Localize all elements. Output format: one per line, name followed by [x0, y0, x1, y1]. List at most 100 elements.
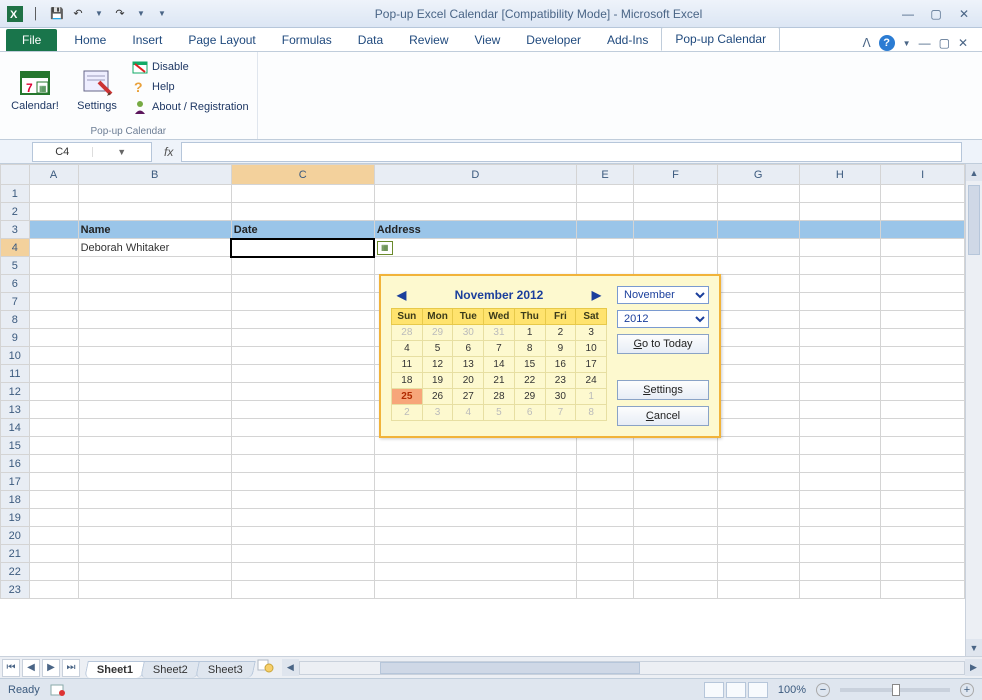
- sheet-tab-sheet1[interactable]: Sheet1: [84, 661, 146, 678]
- file-tab[interactable]: File: [6, 29, 57, 51]
- col-header-I[interactable]: I: [881, 165, 965, 185]
- row-header-2[interactable]: 2: [1, 203, 30, 221]
- cell-A21[interactable]: [29, 545, 78, 563]
- new-sheet-icon[interactable]: [256, 657, 274, 678]
- tab-last-icon[interactable]: ⏭: [62, 659, 80, 677]
- cell-G16[interactable]: [717, 455, 799, 473]
- cal-day-19[interactable]: 19: [422, 373, 453, 389]
- fx-icon[interactable]: fx: [164, 145, 173, 159]
- cell-H21[interactable]: [799, 545, 881, 563]
- cell-F17[interactable]: [634, 473, 718, 491]
- cell-B4[interactable]: Deborah Whitaker: [78, 239, 231, 257]
- name-box[interactable]: C4 ▼: [32, 142, 152, 162]
- horizontal-scrollbar[interactable]: ◀ ▶: [282, 657, 982, 678]
- cell-F4[interactable]: [634, 239, 718, 257]
- row-header-11[interactable]: 11: [1, 365, 30, 383]
- cell-G22[interactable]: [717, 563, 799, 581]
- cell-F21[interactable]: [634, 545, 718, 563]
- tab-developer[interactable]: Developer: [513, 29, 594, 51]
- scroll-left-icon[interactable]: ◀: [282, 659, 299, 676]
- cell-C11[interactable]: [231, 365, 374, 383]
- tab-data[interactable]: Data: [345, 29, 396, 51]
- undo-dropdown-icon[interactable]: ▼: [90, 5, 108, 23]
- qat-customize-icon[interactable]: ▼: [153, 5, 171, 23]
- col-header-H[interactable]: H: [799, 165, 881, 185]
- row-header-9[interactable]: 9: [1, 329, 30, 347]
- cell-F3[interactable]: [634, 221, 718, 239]
- scroll-up-icon[interactable]: ▲: [966, 164, 982, 181]
- cell-I20[interactable]: [881, 527, 965, 545]
- cell-G17[interactable]: [717, 473, 799, 491]
- row-header-20[interactable]: 20: [1, 527, 30, 545]
- col-header-G[interactable]: G: [717, 165, 799, 185]
- view-layout-icon[interactable]: [726, 682, 746, 698]
- zoom-out-icon[interactable]: −: [816, 683, 830, 697]
- cell-H11[interactable]: [799, 365, 881, 383]
- row-header-8[interactable]: 8: [1, 311, 30, 329]
- row-header-23[interactable]: 23: [1, 581, 30, 599]
- zoom-level[interactable]: 100%: [778, 684, 806, 696]
- row-header-12[interactable]: 12: [1, 383, 30, 401]
- cell-H8[interactable]: [799, 311, 881, 329]
- cell-D15[interactable]: [374, 437, 576, 455]
- cell-B5[interactable]: [78, 257, 231, 275]
- cell-E4[interactable]: [576, 239, 633, 257]
- cell-A9[interactable]: [29, 329, 78, 347]
- cell-A17[interactable]: [29, 473, 78, 491]
- cell-D3[interactable]: Address: [374, 221, 576, 239]
- cell-E3[interactable]: [576, 221, 633, 239]
- workbook-restore-icon[interactable]: ▢: [939, 36, 950, 50]
- cell-I11[interactable]: [881, 365, 965, 383]
- cell-I19[interactable]: [881, 509, 965, 527]
- sheet-tab-sheet2[interactable]: Sheet2: [140, 661, 200, 678]
- cell-B9[interactable]: [78, 329, 231, 347]
- cell-I6[interactable]: [881, 275, 965, 293]
- cell-I7[interactable]: [881, 293, 965, 311]
- cell-H7[interactable]: [799, 293, 881, 311]
- next-month-icon[interactable]: ▶: [592, 288, 601, 302]
- undo-icon[interactable]: ↶: [69, 5, 87, 23]
- cell-H22[interactable]: [799, 563, 881, 581]
- cell-H18[interactable]: [799, 491, 881, 509]
- cell-A13[interactable]: [29, 401, 78, 419]
- cell-G14[interactable]: [717, 419, 799, 437]
- cal-day-6[interactable]: 6: [514, 405, 545, 421]
- cell-I5[interactable]: [881, 257, 965, 275]
- cell-D23[interactable]: [374, 581, 576, 599]
- cell-A8[interactable]: [29, 311, 78, 329]
- cell-G5[interactable]: [717, 257, 799, 275]
- cell-E22[interactable]: [576, 563, 633, 581]
- row-header-1[interactable]: 1: [1, 185, 30, 203]
- cal-day-29[interactable]: 29: [422, 325, 453, 341]
- cell-C14[interactable]: [231, 419, 374, 437]
- cell-G11[interactable]: [717, 365, 799, 383]
- cell-D4[interactable]: ▦: [374, 239, 576, 257]
- cell-G18[interactable]: [717, 491, 799, 509]
- col-header-A[interactable]: A: [29, 165, 78, 185]
- cell-C4[interactable]: [231, 239, 374, 257]
- cell-B7[interactable]: [78, 293, 231, 311]
- cal-day-30[interactable]: 30: [545, 389, 576, 405]
- cell-G10[interactable]: [717, 347, 799, 365]
- cell-H12[interactable]: [799, 383, 881, 401]
- cell-I23[interactable]: [881, 581, 965, 599]
- cell-A6[interactable]: [29, 275, 78, 293]
- row-header-19[interactable]: 19: [1, 509, 30, 527]
- cell-A22[interactable]: [29, 563, 78, 581]
- tab-page-layout[interactable]: Page Layout: [175, 29, 268, 51]
- vertical-scrollbar[interactable]: ▲ ▼: [965, 164, 982, 656]
- cell-C21[interactable]: [231, 545, 374, 563]
- cell-A12[interactable]: [29, 383, 78, 401]
- row-header-14[interactable]: 14: [1, 419, 30, 437]
- cal-day-28[interactable]: 28: [392, 325, 423, 341]
- cell-E23[interactable]: [576, 581, 633, 599]
- cal-day-23[interactable]: 23: [545, 373, 576, 389]
- cal-day-3[interactable]: 3: [576, 325, 607, 341]
- select-all-cell[interactable]: [1, 165, 30, 185]
- cell-E16[interactable]: [576, 455, 633, 473]
- cal-day-22[interactable]: 22: [514, 373, 545, 389]
- cal-day-28[interactable]: 28: [484, 389, 515, 405]
- sheet-tab-sheet3[interactable]: Sheet3: [195, 661, 255, 678]
- cal-day-30[interactable]: 30: [453, 325, 484, 341]
- cell-I10[interactable]: [881, 347, 965, 365]
